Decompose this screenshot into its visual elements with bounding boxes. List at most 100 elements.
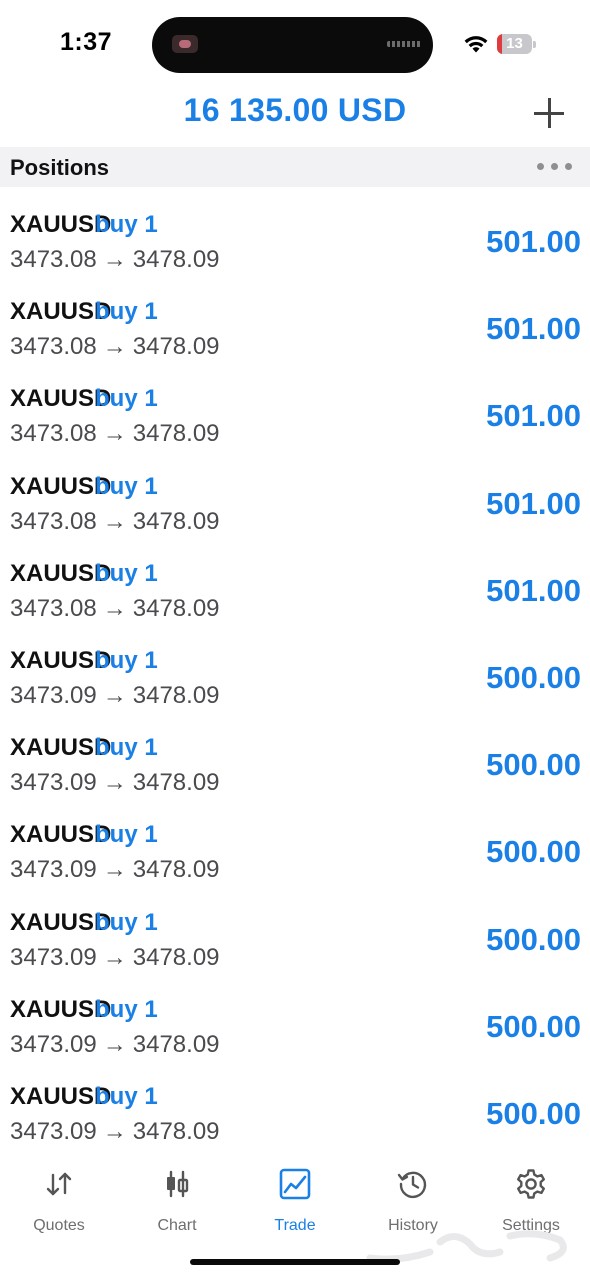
position-side: buy 1 (95, 734, 158, 762)
position-prices: 3473.08 → 3478.09 (10, 595, 220, 623)
position-side: buy 1 (95, 821, 158, 849)
position-profit: 501.00 (486, 485, 581, 521)
more-horizontal-icon[interactable] (537, 162, 573, 172)
gear-icon (517, 1169, 545, 1199)
plus-icon[interactable] (532, 96, 566, 130)
current-price: 3478.09 (132, 333, 220, 361)
trade-line-chart-icon (279, 1168, 311, 1200)
position-row[interactable]: XAUUSD buy 1 3473.08 → 3478.09 501.00 (0, 361, 590, 448)
battery-level: 13 (506, 35, 523, 52)
arrow-right-icon: → (102, 594, 127, 622)
open-price: 3473.09 (10, 681, 97, 709)
positions-list: XAUUSD buy 1 3473.08 → 3478.09 501.00 XAUUSD bu… (0, 187, 590, 1146)
live-activity-icon (172, 35, 198, 53)
position-row[interactable]: XAUUSD buy 1 3473.09 → 3478.09 500.00 (0, 710, 590, 797)
position-side: buy 1 (95, 908, 158, 936)
history-clock-icon (397, 1171, 427, 1199)
arrow-right-icon: → (102, 246, 127, 273)
arrow-right-icon: → (102, 681, 127, 709)
position-side: buy 1 (95, 385, 158, 413)
current-price: 3478.09 (132, 943, 220, 971)
current-price: 3478.09 (132, 856, 220, 884)
arrow-right-icon: → (102, 1117, 127, 1145)
position-profit: 501.00 (486, 572, 581, 608)
position-row[interactable]: XAUUSD buy 1 3473.09 → 3478.09 500.00 (0, 623, 590, 710)
position-prices: 3473.09 → 3478.09 (10, 769, 220, 797)
tab-quotes[interactable]: Quotes (0, 1167, 118, 1247)
tab-label: Chart (157, 1217, 197, 1234)
position-profit: 500.00 (486, 1095, 581, 1131)
open-price: 3473.08 (10, 333, 97, 361)
position-profit: 500.00 (486, 1008, 581, 1044)
tab-trade[interactable]: Trade (236, 1167, 354, 1247)
quotes-arrows-icon (46, 1172, 72, 1196)
position-prices: 3473.08 → 3478.09 (10, 333, 220, 361)
candlestick-chart-icon (167, 1170, 189, 1198)
position-side: buy 1 (95, 995, 158, 1023)
current-price: 3478.09 (132, 1117, 220, 1145)
open-price: 3473.08 (10, 420, 97, 448)
live-activity-indicator-icon (387, 41, 421, 47)
position-prices: 3473.08 → 3478.09 (10, 508, 220, 536)
arrow-right-icon: → (102, 769, 127, 797)
position-prices: 3473.08 → 3478.09 (10, 246, 220, 274)
battery-body: 13 (497, 34, 532, 54)
position-row[interactable]: XAUUSD buy 1 3473.09 → 3478.09 500.00 (0, 797, 590, 884)
current-price: 3478.09 (132, 594, 220, 622)
status-bar: 1:37 13 (0, 0, 590, 90)
arrow-right-icon: → (102, 333, 127, 361)
tab-chart[interactable]: Chart (118, 1167, 236, 1247)
battery-cap (533, 41, 536, 48)
position-prices: 3473.09 → 3478.09 (10, 944, 220, 972)
position-profit: 501.00 (486, 224, 581, 259)
arrow-right-icon: → (102, 1030, 127, 1058)
position-side: buy 1 (95, 1082, 158, 1110)
home-indicator (190, 1259, 400, 1265)
open-price: 3473.08 (10, 594, 97, 622)
section-title: Positions (10, 155, 110, 180)
position-row[interactable]: XAUUSD buy 1 3473.08 → 3478.09 501.00 (0, 449, 590, 536)
position-row[interactable]: XAUUSD buy 1 3473.08 → 3478.09 501.00 (0, 187, 590, 274)
current-price: 3478.09 (132, 681, 220, 709)
current-price: 3478.09 (132, 246, 220, 273)
open-price: 3473.09 (10, 943, 97, 971)
open-price: 3473.08 (10, 507, 97, 535)
arrow-right-icon: → (102, 507, 127, 535)
tab-label: Quotes (33, 1217, 85, 1234)
position-profit: 500.00 (486, 659, 581, 695)
open-price: 3473.09 (10, 1117, 97, 1145)
position-row[interactable]: XAUUSD buy 1 3473.09 → 3478.09 500.00 (0, 1059, 590, 1146)
dynamic-island (152, 17, 433, 73)
position-side: buy 1 (95, 472, 158, 500)
position-prices: 3473.09 → 3478.09 (10, 682, 220, 710)
status-time: 1:37 (60, 28, 113, 56)
position-prices: 3473.09 → 3478.09 (10, 1031, 220, 1059)
position-prices: 3473.08 → 3478.09 (10, 420, 220, 448)
position-profit: 500.00 (486, 921, 581, 957)
position-profit: 500.00 (486, 747, 581, 783)
open-price: 3473.09 (10, 769, 97, 797)
positions-section-header: Positions (0, 147, 590, 187)
account-balance: 16 135.00 USD (183, 92, 407, 128)
position-row[interactable]: XAUUSD buy 1 3473.08 → 3478.09 501.00 (0, 274, 590, 361)
position-profit: 501.00 (486, 311, 581, 347)
position-row[interactable]: XAUUSD buy 1 3473.09 → 3478.09 500.00 (0, 972, 590, 1059)
current-price: 3478.09 (132, 507, 220, 535)
open-price: 3473.09 (10, 856, 97, 884)
position-profit: 501.00 (486, 398, 581, 434)
position-row[interactable]: XAUUSD buy 1 3473.09 → 3478.09 500.00 (0, 885, 590, 972)
battery-icon: 13 (497, 34, 537, 54)
current-price: 3478.09 (132, 420, 220, 448)
position-side: buy 1 (95, 559, 158, 587)
wifi-icon (464, 36, 488, 53)
position-row[interactable]: XAUUSD buy 1 3473.08 → 3478.09 501.00 (0, 536, 590, 623)
arrow-right-icon: → (102, 943, 127, 971)
open-price: 3473.08 (10, 246, 97, 273)
arrow-right-icon: → (102, 856, 127, 884)
current-price: 3478.09 (132, 769, 220, 797)
position-prices: 3473.09 → 3478.09 (10, 1118, 220, 1146)
position-profit: 500.00 (486, 834, 581, 870)
position-side: buy 1 (95, 646, 158, 674)
arrow-right-icon: → (102, 420, 127, 448)
position-side: buy 1 (95, 211, 158, 238)
